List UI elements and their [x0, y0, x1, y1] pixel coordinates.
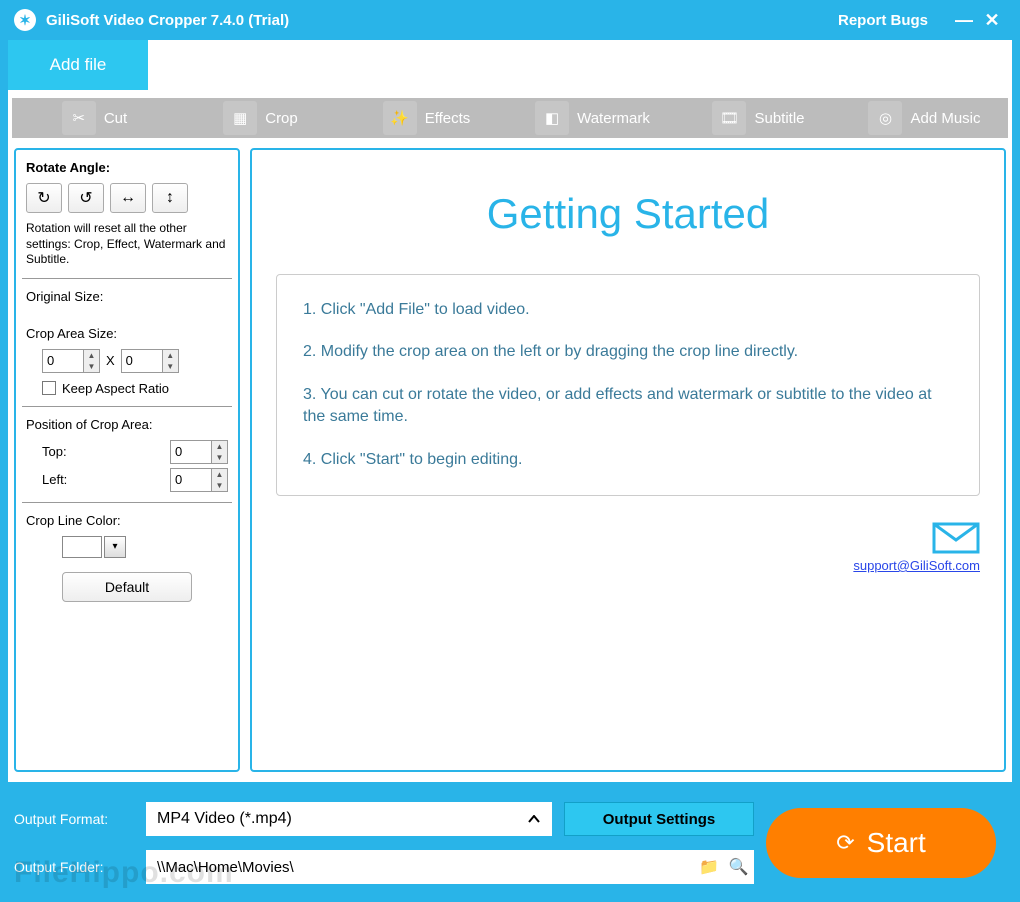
output-format-label: Output Format: [14, 811, 134, 827]
watermark-icon: ◧ [535, 101, 569, 135]
crop-height-spinner[interactable]: ▲▼ [121, 349, 179, 373]
left-input[interactable] [170, 468, 212, 492]
down-arrow-icon[interactable]: ▼ [212, 452, 227, 463]
tab-bar: ✂ Cut ▦ Crop ✨ Effects ◧ Watermark 🎞 Subtitle… [12, 98, 1008, 138]
music-icon: ◎ [868, 101, 902, 135]
crop-width-spinner[interactable]: ▲▼ [42, 349, 100, 373]
getting-started-heading: Getting Started [276, 190, 980, 238]
up-arrow-icon[interactable]: ▲ [84, 350, 99, 361]
close-button[interactable]: ✕ [978, 10, 1006, 31]
getting-started-box: 1. Click "Add File" to load video. 2. Mo… [276, 274, 980, 496]
titlebar: ✶ GiliSoft Video Cropper 7.4.0 (Trial) R… [0, 0, 1020, 40]
tab-add-music[interactable]: ◎ Add Music [842, 98, 1008, 138]
crop-size-row: ▲▼ X ▲▼ [42, 349, 228, 373]
step-4: 4. Click "Start" to begin editing. [303, 449, 953, 471]
add-file-button[interactable]: Add file [8, 40, 148, 90]
refresh-icon: ⟳ [836, 830, 854, 856]
up-arrow-icon[interactable]: ▲ [212, 469, 227, 480]
support-email-link[interactable]: support@GiliSoft.com [853, 558, 980, 573]
color-picker-row: ▾ [62, 536, 228, 558]
crop-height-input[interactable] [121, 349, 163, 373]
browse-folder-button[interactable]: 📁 [694, 850, 724, 884]
rotate-cw-button[interactable]: ↻ [26, 183, 62, 213]
position-label: Position of Crop Area: [26, 417, 228, 432]
crop-sidebar: Rotate Angle: ↻ ↺ ↔ ↕ Rotation will rese… [14, 148, 240, 772]
x-separator: X [106, 353, 115, 368]
tab-effects-label: Effects [425, 110, 471, 127]
aspect-ratio-label: Keep Aspect Ratio [62, 381, 169, 396]
output-folder-row: 📁 🔍 [146, 850, 754, 884]
down-arrow-icon[interactable]: ▼ [84, 361, 99, 372]
aspect-ratio-checkbox[interactable] [42, 381, 56, 395]
crop-icon: ▦ [223, 101, 257, 135]
default-button[interactable]: Default [62, 572, 192, 602]
support-row: support@GiliSoft.com [276, 522, 980, 573]
tab-watermark[interactable]: ◧ Watermark [510, 98, 676, 138]
color-dropdown-button[interactable]: ▾ [104, 536, 126, 558]
crop-line-color-label: Crop Line Color: [26, 513, 228, 528]
inner-frame: Add file ✂ Cut ▦ Crop ✨ Effects ◧ Watermark … [8, 40, 1012, 782]
divider [22, 502, 232, 503]
subtitle-icon: 🎞 [712, 101, 746, 135]
down-arrow-icon[interactable]: ▼ [163, 361, 178, 372]
tab-subtitle-label: Subtitle [754, 110, 804, 127]
footer-bar: Output Format: Output Settings ⟳ Start O… [0, 790, 1020, 902]
minimize-button[interactable]: — [950, 10, 978, 31]
crop-width-input[interactable] [42, 349, 84, 373]
step-1: 1. Click "Add File" to load video. [303, 299, 953, 321]
up-arrow-icon[interactable]: ▲ [163, 350, 178, 361]
content-area: Rotate Angle: ↻ ↺ ↔ ↕ Rotation will rese… [8, 138, 1012, 782]
top-row: Top: ▲▼ [42, 440, 228, 464]
search-folder-button[interactable]: 🔍 [724, 850, 754, 884]
rotate-angle-label: Rotate Angle: [26, 160, 228, 175]
aspect-ratio-row: Keep Aspect Ratio [42, 381, 228, 396]
output-format-input[interactable] [146, 802, 516, 836]
down-arrow-icon[interactable]: ▼ [212, 480, 227, 491]
rotate-note: Rotation will reset all the other settin… [26, 221, 228, 268]
tab-crop[interactable]: ▦ Crop [178, 98, 344, 138]
output-settings-button[interactable]: Output Settings [564, 802, 754, 836]
tab-subtitle[interactable]: 🎞 Subtitle [676, 98, 842, 138]
flip-horizontal-button[interactable]: ↔ [110, 183, 146, 213]
tab-watermark-label: Watermark [577, 110, 650, 127]
tab-cut[interactable]: ✂ Cut [12, 98, 178, 138]
start-button-label: Start [867, 827, 926, 859]
crop-area-size-label: Crop Area Size: [26, 326, 228, 341]
tab-cut-label: Cut [104, 110, 127, 127]
left-row: Left: ▲▼ [42, 468, 228, 492]
mail-icon[interactable] [932, 522, 980, 554]
report-bugs-link[interactable]: Report Bugs [838, 12, 928, 29]
top-label: Top: [42, 444, 67, 459]
effects-icon: ✨ [383, 101, 417, 135]
color-swatch[interactable] [62, 536, 102, 558]
divider [22, 406, 232, 407]
top-input[interactable] [170, 440, 212, 464]
main-panel: Getting Started 1. Click "Add File" to l… [250, 148, 1006, 772]
cut-icon: ✂ [62, 101, 96, 135]
flip-vertical-button[interactable]: ↕ [152, 183, 188, 213]
tab-add-music-label: Add Music [910, 110, 980, 127]
app-icon: ✶ [14, 9, 36, 31]
app-window: ✶ GiliSoft Video Cropper 7.4.0 (Trial) R… [0, 0, 1020, 902]
rotate-buttons: ↻ ↺ ↔ ↕ [26, 183, 228, 213]
window-title: GiliSoft Video Cropper 7.4.0 (Trial) [46, 12, 289, 29]
step-2: 2. Modify the crop area on the left or b… [303, 341, 953, 363]
left-spinner[interactable]: ▲▼ [170, 468, 228, 492]
output-format-select[interactable] [146, 802, 552, 836]
output-folder-input[interactable] [146, 850, 694, 884]
tab-effects[interactable]: ✨ Effects [344, 98, 510, 138]
left-label: Left: [42, 472, 67, 487]
divider [22, 278, 232, 279]
start-button[interactable]: ⟳ Start [766, 808, 996, 878]
up-arrow-icon[interactable]: ▲ [212, 441, 227, 452]
tab-crop-label: Crop [265, 110, 298, 127]
output-folder-label: Output Folder: [14, 859, 134, 875]
step-3: 3. You can cut or rotate the video, or a… [303, 384, 953, 429]
rotate-ccw-button[interactable]: ↺ [68, 183, 104, 213]
top-spinner[interactable]: ▲▼ [170, 440, 228, 464]
top-toolbar: Add file [8, 40, 1012, 90]
format-dropdown-button[interactable] [516, 802, 552, 836]
original-size-label: Original Size: [26, 289, 228, 304]
